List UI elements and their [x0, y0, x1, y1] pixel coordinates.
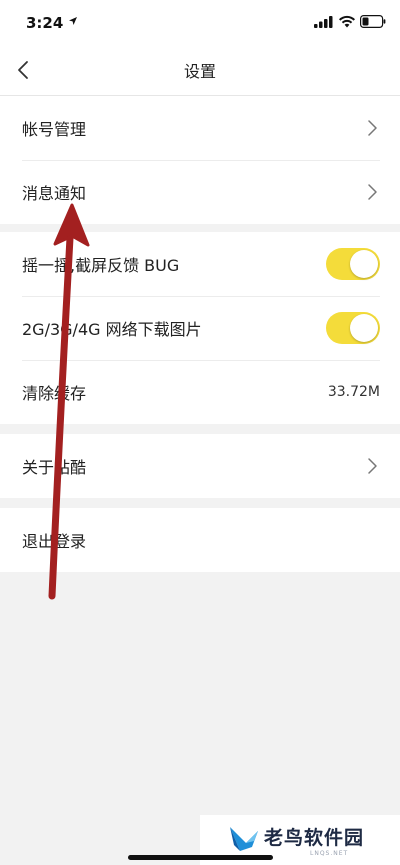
- location-arrow-icon: [69, 17, 77, 25]
- row-label: 清除缓存: [22, 384, 87, 403]
- toggle-knob: [350, 314, 378, 342]
- toggle-knob: [350, 250, 378, 278]
- row-label: 消息通知: [22, 184, 87, 203]
- row-label: 摇一摇,截屏反馈 BUG: [22, 256, 180, 275]
- status-bar: 3:24: [0, 0, 400, 44]
- battery-icon: [360, 15, 386, 28]
- shake-feedback-toggle[interactable]: [326, 248, 380, 280]
- row-label: 帐号管理: [22, 120, 87, 139]
- nav-bar: 设置: [0, 44, 400, 96]
- chevron-right-icon: [368, 458, 377, 474]
- page-title: 设置: [183, 62, 216, 81]
- chevron-right-icon: [368, 120, 377, 136]
- row-label: 退出登录: [22, 532, 87, 551]
- row-about[interactable]: 关于站酷: [0, 434, 400, 498]
- bird-logo-icon: [230, 827, 258, 851]
- settings-group-about: 关于站酷: [0, 434, 400, 498]
- row-account-management[interactable]: 帐号管理: [0, 96, 400, 160]
- signal-icon: [314, 16, 333, 28]
- chevron-right-icon: [368, 184, 377, 200]
- row-clear-cache[interactable]: 清除缓存 33.72M: [0, 360, 400, 424]
- row-network-image-download: 2G/3G/4G 网络下载图片: [0, 296, 400, 360]
- row-shake-feedback: 摇一摇,截屏反馈 BUG: [0, 232, 400, 296]
- home-indicator: [128, 855, 273, 860]
- settings-group-account: 帐号管理 消息通知: [0, 96, 400, 224]
- logout-button[interactable]: 退出登录: [0, 508, 400, 572]
- wifi-icon: [339, 15, 355, 28]
- status-time: 3:24: [26, 14, 64, 32]
- row-label: 2G/3G/4G 网络下载图片: [22, 320, 202, 339]
- settings-group-logout: 退出登录: [0, 508, 400, 572]
- cache-size-value: 33.72M: [327, 384, 380, 400]
- watermark-text: 老鸟软件园: [264, 827, 365, 849]
- row-label: 关于站酷: [22, 458, 87, 477]
- row-message-notification[interactable]: 消息通知: [0, 160, 400, 224]
- watermark-subtext: LNQS.NET: [310, 850, 349, 857]
- settings-group-preferences: 摇一摇,截屏反馈 BUG 2G/3G/4G 网络下载图片 清除缓存 33.72M: [0, 232, 400, 424]
- network-image-download-toggle[interactable]: [326, 312, 380, 344]
